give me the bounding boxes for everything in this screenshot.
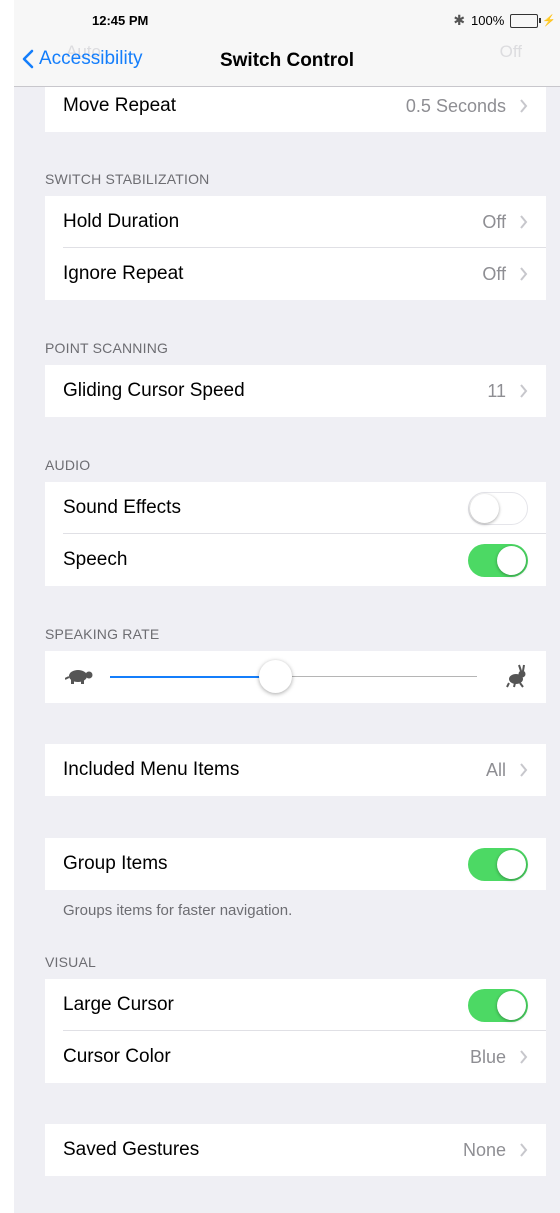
battery-icon: ⚡ [510,13,556,28]
speaking-rate-row [45,651,546,703]
bluetooth-icon: ✱ [453,12,466,28]
toggle-knob [497,546,526,575]
gliding-cursor-speed-label: Gliding Cursor Speed [63,380,245,401]
chevron-right-icon [520,384,528,398]
chevron-right-icon [520,1143,528,1157]
included-menu-items-value: All [485,760,506,780]
chevron-right-icon [520,215,528,229]
included-menu-items-label: Included Menu Items [63,759,240,780]
large-cursor-toggle[interactable] [468,989,528,1022]
saved-gestures-label: Saved Gestures [63,1139,200,1160]
speech-label: Speech [63,549,128,570]
toggle-knob [470,494,499,523]
gliding-cursor-speed-value: 11 [487,381,506,401]
page-title: Switch Control [219,50,355,71]
toggle-knob [497,850,526,879]
section-header-point-scanning: POINT SCANNING [45,340,169,356]
group-items-row: Group Items [45,838,546,890]
cursor-color-label: Cursor Color [63,1046,171,1067]
section-header-speaking-rate: SPEAKING RATE [45,626,160,642]
hold-duration-row[interactable]: Hold Duration Off [45,196,546,248]
chevron-right-icon [520,99,528,113]
hare-icon [506,664,526,688]
group-items-label: Group Items [63,853,168,874]
slider-empty-track [275,676,477,677]
charging-icon: ⚡ [542,15,556,27]
left-edge-strip [0,0,14,1213]
group-items-footer: Groups items for faster navigation. [63,902,293,919]
chevron-right-icon [520,763,528,777]
speaking-rate-slider-thumb[interactable] [259,660,293,693]
sound-effects-label: Sound Effects [63,497,181,518]
status-right: ✱ 100% ⚡ [453,12,556,29]
hold-duration-value: Off [482,212,506,232]
large-cursor-row: Large Cursor [45,979,546,1031]
toggle-knob [497,991,526,1020]
sound-effects-toggle[interactable] [468,492,528,525]
turtle-icon [65,670,93,684]
status-time: 12:45 PM [92,13,149,28]
section-header-visual: VISUAL [45,954,96,970]
saved-gestures-row[interactable]: Saved Gestures None [45,1124,546,1176]
section-header-audio: AUDIO [45,457,91,473]
ignore-repeat-value: Off [482,264,506,284]
slider-filled-track [110,676,276,678]
battery-percent: 100% [471,13,505,28]
group-items-toggle[interactable] [468,848,528,881]
saved-gestures-value: None [462,1140,506,1160]
ignore-repeat-row[interactable]: Ignore Repeat Off [45,248,546,300]
section-header-switch-stabilization: SWITCH STABILIZATION [45,171,210,187]
large-cursor-label: Large Cursor [63,994,174,1015]
status-bar: 12:45 PM ✱ 100% ⚡ [14,0,560,36]
hold-duration-label: Hold Duration [63,211,180,232]
move-repeat-value: 0.5 Seconds [405,96,506,116]
cursor-color-row[interactable]: Cursor Color Blue [45,1031,546,1083]
ignore-repeat-label: Ignore Repeat [63,263,184,284]
cursor-color-value: Blue [469,1047,506,1067]
sound-effects-row: Sound Effects [45,482,546,534]
gliding-cursor-speed-row[interactable]: Gliding Cursor Speed 11 [45,365,546,417]
speech-toggle[interactable] [468,544,528,577]
settings-page: 12:45 PM ✱ 100% ⚡ Auto Off Accessibility… [14,0,560,1213]
chevron-right-icon [520,1050,528,1064]
chevron-right-icon [520,267,528,281]
move-repeat-label: Move Repeat [63,95,177,116]
included-menu-items-row[interactable]: Included Menu Items All [45,744,546,796]
navigation-bar: Auto Off Accessibility Switch Control [14,36,560,87]
move-repeat-row[interactable]: Move Repeat 0.5 Seconds [45,87,546,132]
speech-row: Speech [45,534,546,586]
